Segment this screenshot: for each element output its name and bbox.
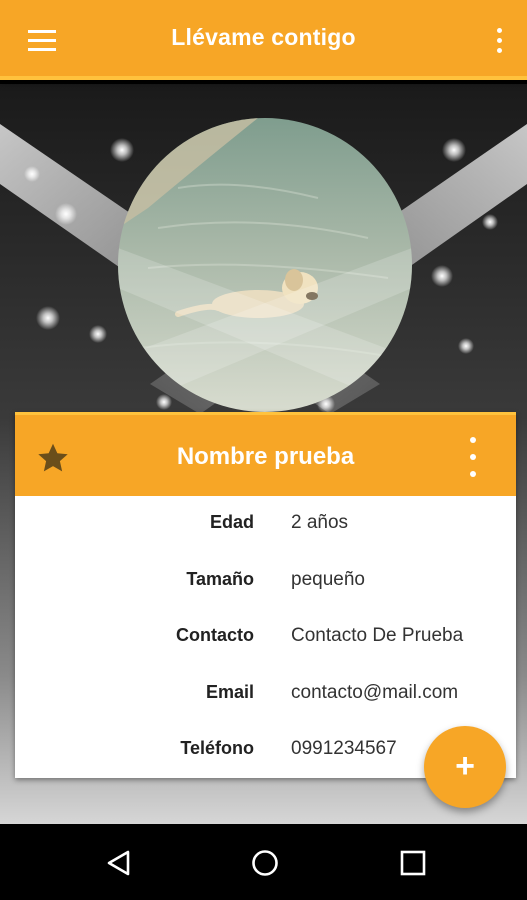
- detail-label: Email: [205, 681, 254, 702]
- detail-value: Contacto De Prueba: [291, 625, 464, 646]
- detail-label: Teléfono: [180, 738, 254, 758]
- more-options-icon[interactable]: [487, 24, 511, 56]
- detail-row-contact: Contacto Contacto De Prueba: [15, 623, 516, 680]
- dog-photo: [118, 118, 412, 412]
- detail-row-email: Email contacto@mail.com: [15, 680, 516, 737]
- detail-value: pequeño: [291, 568, 365, 590]
- pet-photo[interactable]: [118, 118, 412, 412]
- plus-icon: +: [455, 747, 475, 785]
- pet-info-card: Nombre prueba Edad 2 años Tamaño pequeño…: [15, 412, 516, 778]
- home-circle-icon[interactable]: [250, 848, 280, 878]
- detail-value: 2 años: [291, 512, 349, 533]
- detail-row-size: Tamaño pequeño: [15, 567, 516, 624]
- add-button[interactable]: +: [424, 726, 506, 808]
- detail-row-age: Edad 2 años: [15, 510, 516, 567]
- system-nav-bar: [0, 824, 527, 900]
- detail-label: Edad: [209, 512, 254, 532]
- detail-label: Tamaño: [186, 568, 254, 589]
- pet-name: Nombre prueba: [176, 443, 355, 470]
- back-triangle-icon[interactable]: [104, 848, 134, 878]
- detail-value[interactable]: 0991234567: [291, 738, 397, 760]
- card-header: Nombre prueba: [15, 412, 516, 496]
- app-bar: Llévame contigo: [0, 0, 527, 80]
- recents-square-icon[interactable]: [398, 848, 428, 878]
- detail-value[interactable]: contacto@mail.com: [291, 682, 458, 704]
- app-title: Llévame contigo: [171, 24, 356, 50]
- detail-label: Contacto: [176, 625, 254, 645]
- card-more-options-icon[interactable]: [466, 437, 480, 477]
